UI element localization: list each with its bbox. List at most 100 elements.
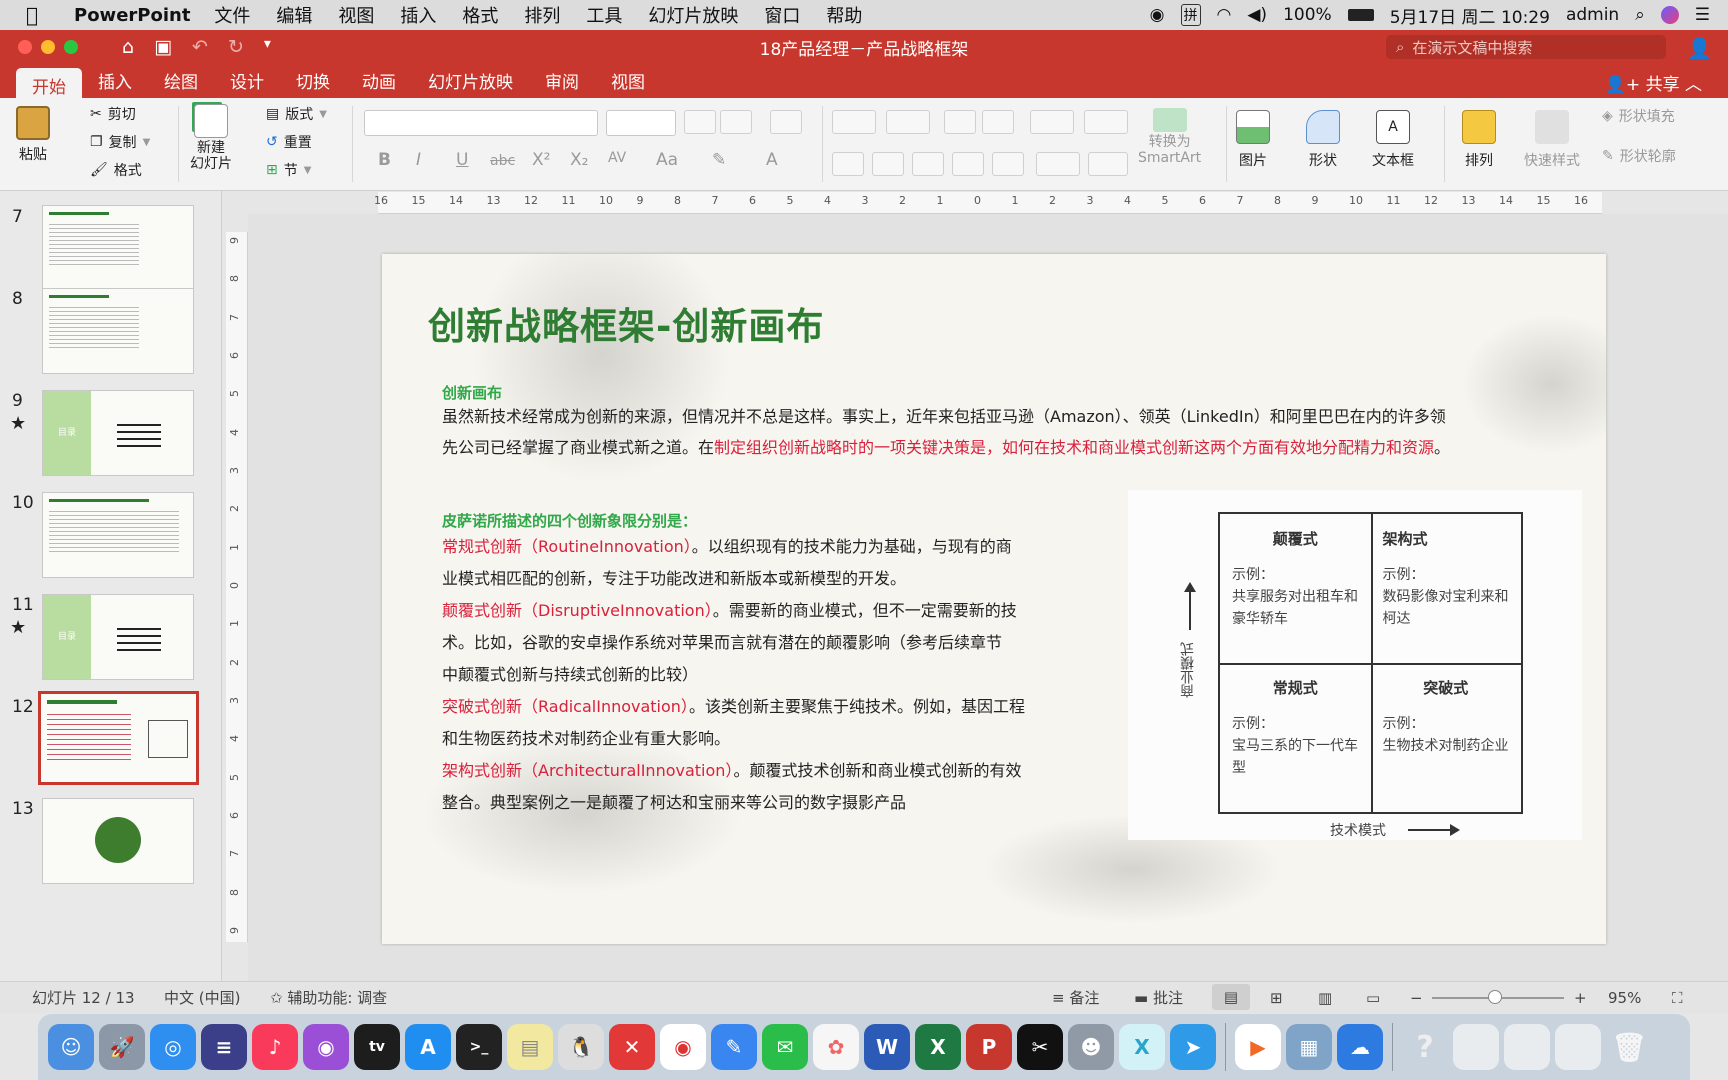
slide-thumbnail-12[interactable] (38, 691, 199, 785)
slide-thumbnail-8[interactable] (42, 288, 194, 374)
user-name[interactable]: admin (1566, 5, 1619, 25)
reset-button[interactable]: ↺ 重置 (266, 132, 312, 152)
collapse-ribbon-icon[interactable]: ︿ (1685, 75, 1702, 95)
current-slide[interactable]: 创新战略框架-创新画布 创新画布 虽然新技术经常成为创新的来源，但情况并不总是这… (382, 254, 1606, 944)
quick-styles-button[interactable]: 快速样式 (1524, 110, 1580, 170)
menu-window[interactable]: 窗口 (764, 2, 800, 28)
format-painter-button[interactable]: 🖌 格式 (90, 160, 142, 180)
align-center-button[interactable] (872, 152, 904, 176)
cut-button[interactable]: ✂ 剪切 (90, 104, 136, 124)
tab-draw[interactable]: 绘图 (148, 68, 214, 98)
shape-outline-button[interactable]: ✎ 形状轮廓 (1602, 146, 1676, 166)
font-color-icon[interactable]: A (766, 150, 778, 170)
trash-icon[interactable]: 🗑 (1606, 1024, 1652, 1070)
xmind-icon[interactable]: ✕ (609, 1024, 655, 1070)
insert-shape-button[interactable]: 形状 (1306, 110, 1340, 170)
accessibility-checker[interactable]: ✩ 辅助功能: 调查 (270, 987, 387, 1008)
bold-icon[interactable]: B (378, 150, 391, 170)
slideshow-icon[interactable]: ▭ (1366, 989, 1380, 1007)
feishu-icon[interactable]: ✎ (711, 1024, 757, 1070)
tab-slideshow[interactable]: 幻灯片放映 (412, 68, 529, 98)
chrome-icon[interactable]: ◉ (660, 1024, 706, 1070)
shape-fill-button[interactable]: ◈ 形状填充 (1602, 106, 1675, 126)
recent-doc-icon[interactable] (1453, 1024, 1499, 1070)
insert-picture-button[interactable]: 图片 (1236, 110, 1270, 170)
increase-font-size-button[interactable] (684, 110, 716, 134)
preview-icon[interactable]: ▦ (1286, 1024, 1332, 1070)
menu-arrange[interactable]: 排列 (524, 2, 560, 28)
zoom-in-button[interactable]: + (1574, 989, 1587, 1007)
zoom-out-button[interactable]: − (1410, 989, 1423, 1007)
slide-thumbnail-9[interactable]: 目录 (42, 390, 194, 476)
baidu-netdisk-icon[interactable]: ☁ (1337, 1024, 1383, 1070)
notes-app-icon[interactable]: ≡ (201, 1024, 247, 1070)
wechat-status-icon[interactable]: ◉ (1150, 5, 1165, 25)
spotlight-search-icon[interactable]: ⌕ (1635, 5, 1645, 25)
menu-slideshow[interactable]: 幻灯片放映 (648, 2, 738, 28)
paste-button[interactable]: 粘贴 (16, 106, 50, 164)
intro-paragraph[interactable]: 虽然新技术经常成为创新的来源，但情况并不总是这样。事实上，近年来包括亚马逊（Am… (442, 401, 1562, 463)
excel-icon[interactable]: X (915, 1024, 961, 1070)
justify-button[interactable] (952, 152, 984, 176)
zoom-slider-thumb[interactable] (1488, 990, 1502, 1004)
tab-review[interactable]: 审阅 (529, 68, 595, 98)
convert-smartart-button[interactable]: 转换为 SmartArt (1138, 108, 1201, 166)
slide-thumbnail-13[interactable] (42, 798, 194, 884)
minimize-window-button[interactable] (41, 40, 55, 54)
menu-app-name[interactable]: PowerPoint (74, 5, 190, 26)
copy-button[interactable]: ❐ 复制 ▼ (90, 132, 150, 152)
slide-sorter-icon[interactable]: ⊞ (1270, 989, 1283, 1007)
slide-thumbnail-10[interactable] (42, 492, 194, 578)
menu-file[interactable]: 文件 (214, 2, 250, 28)
share-button[interactable]: 👤+ 共享 ︿ (1605, 70, 1702, 95)
safari-icon[interactable]: ◎ (150, 1024, 196, 1070)
input-method-icon[interactable]: 拼 (1180, 4, 1201, 26)
menu-insert[interactable]: 插入 (400, 2, 436, 28)
document-search-input[interactable]: ⌕ 在演示文稿中搜索 (1386, 35, 1666, 59)
section-heading-quadrants[interactable]: 皮萨诺所描述的四个创新象限分别是： (442, 510, 697, 531)
app-store-icon[interactable]: A (405, 1024, 451, 1070)
tab-home[interactable]: 开始 (16, 68, 82, 98)
save-icon[interactable]: ▣ (154, 36, 172, 58)
quadrant-list[interactable]: 常规式创新（RoutineInnovation）。以组织现有的技术能力为基础，与… (442, 531, 1102, 819)
menu-tools[interactable]: 工具 (586, 2, 622, 28)
apple-icon[interactable]:  (26, 3, 48, 27)
wifi-icon[interactable]: ◠ (1217, 5, 1232, 25)
menu-format[interactable]: 格式 (462, 2, 498, 28)
battery-icon[interactable] (1347, 9, 1374, 21)
new-slide-button[interactable]: 新建 幻灯片 (190, 104, 232, 172)
menu-view[interactable]: 视图 (338, 2, 374, 28)
wechat-icon[interactable]: ✉ (762, 1024, 808, 1070)
bullets-button[interactable] (832, 110, 876, 134)
infuse-icon[interactable]: ▶ (1235, 1024, 1281, 1070)
account-icon[interactable]: 👤 (1687, 36, 1712, 60)
customize-toolbar-icon[interactable]: ▾ (264, 36, 271, 58)
notepad-icon[interactable]: ▤ (507, 1024, 553, 1070)
normal-view-icon[interactable]: ▤ (1212, 984, 1250, 1010)
finder-icon[interactable]: ☺ (48, 1024, 94, 1070)
numbering-button[interactable] (886, 110, 930, 134)
robot-app-icon[interactable]: ☻ (1068, 1024, 1114, 1070)
font-name-select[interactable] (364, 110, 598, 136)
comments-button[interactable]: ▬ 批注 (1134, 987, 1183, 1008)
podcasts-icon[interactable]: ◉ (303, 1024, 349, 1070)
clock[interactable]: 5月17日 周二 10:29 (1390, 3, 1550, 28)
align-text-button[interactable] (1088, 152, 1128, 176)
section-button[interactable]: ⊞ 节 ▼ (266, 160, 311, 180)
slide-title[interactable]: 创新战略框架-创新画布 (428, 296, 824, 350)
font-size-select[interactable] (606, 110, 676, 136)
underline-icon[interactable]: U (456, 150, 468, 170)
menu-help[interactable]: 帮助 (826, 2, 862, 28)
powerpoint-icon[interactable]: P (966, 1024, 1012, 1070)
menu-edit[interactable]: 编辑 (276, 2, 312, 28)
subscript-icon[interactable]: X₂ (570, 150, 588, 170)
recent-doc-icon[interactable] (1504, 1024, 1550, 1070)
capcut-icon[interactable]: ✂ (1017, 1024, 1063, 1070)
tab-animations[interactable]: 动画 (346, 68, 412, 98)
section-heading-canvas[interactable]: 创新画布 (442, 382, 502, 403)
insert-textbox-button[interactable]: A 文本框 (1372, 110, 1414, 170)
italic-icon[interactable]: I (416, 150, 421, 170)
line-spacing-button[interactable] (1030, 110, 1074, 134)
recent-doc-icon[interactable] (1555, 1024, 1601, 1070)
close-window-button[interactable] (18, 40, 32, 54)
